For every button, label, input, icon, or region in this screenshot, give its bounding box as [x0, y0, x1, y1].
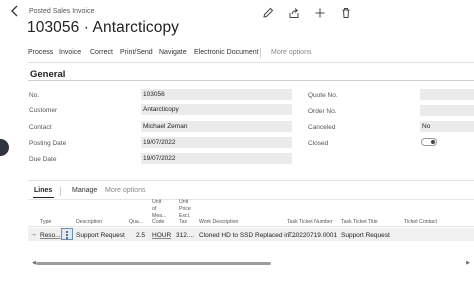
toggle-knob	[431, 140, 435, 144]
divider	[28, 199, 474, 200]
cell-type[interactable]: Reso...	[40, 232, 61, 239]
scroll-right-icon[interactable]: ▶	[466, 260, 470, 266]
column-header-uom[interactable]: Unit of Mea... Code	[152, 199, 166, 226]
field-label-posting-date: Posting Date	[29, 140, 67, 147]
divider	[60, 187, 61, 196]
cell-work-description[interactable]: Cloned HD to SSD Replaced in ...	[199, 232, 297, 239]
horizontal-scrollbar[interactable]: ◀ ▶	[32, 260, 470, 266]
field-label-customer: Customer	[29, 107, 58, 114]
lines-panel: Lines Manage More options Type Descripti…	[28, 180, 474, 276]
section-title-general[interactable]: General	[30, 69, 65, 80]
action-process[interactable]: Process	[28, 49, 53, 56]
column-header-ticket-title[interactable]: Task Ticket Title	[341, 219, 378, 226]
action-separator	[260, 48, 261, 58]
share-icon[interactable]	[288, 7, 300, 19]
column-header-ticket-number[interactable]: Task Ticket Number	[287, 219, 333, 226]
page-toolbar	[0, 7, 474, 21]
cell-unit-price[interactable]: 312....	[176, 232, 194, 239]
cell-ticket-title[interactable]: Support Request	[341, 232, 390, 239]
field-canceled: No	[420, 121, 474, 132]
column-header-unit-price[interactable]: Unit Price Excl. Tax	[179, 199, 191, 226]
field-label-quote-no: Quote No.	[308, 92, 338, 99]
action-print-send[interactable]: Print/Send	[120, 49, 153, 56]
row-actions-button[interactable]	[61, 228, 73, 240]
divider	[28, 62, 474, 63]
tab-underline	[33, 197, 54, 198]
field-quote-no	[420, 89, 474, 100]
field-due-date: 19/07/2022	[141, 153, 292, 164]
action-invoice[interactable]: Invoice	[59, 49, 81, 56]
field-label-no: No.	[29, 92, 40, 99]
action-electronic-document[interactable]: Electronic Document	[194, 49, 259, 56]
field-posting-date: 19/07/2022	[141, 137, 292, 148]
column-header-quantity[interactable]: Qua...	[129, 219, 143, 226]
cell-description[interactable]: Support Request	[76, 232, 125, 239]
row-selected-arrow-icon: →	[30, 231, 37, 238]
column-header-type[interactable]: Type	[40, 219, 51, 226]
action-correct[interactable]: Correct	[90, 49, 113, 56]
edit-icon[interactable]	[262, 7, 274, 19]
field-label-due-date: Due Date	[29, 156, 57, 163]
cell-quantity[interactable]: 2.5	[136, 232, 145, 239]
lines-manage-button[interactable]: Manage	[72, 187, 97, 194]
field-no: 103056	[141, 89, 292, 100]
action-bar: Process Invoice Correct Print/Send Navig…	[28, 46, 448, 60]
action-navigate[interactable]: Navigate	[159, 49, 187, 56]
column-header-ticket-contact[interactable]: Ticket Contact	[404, 219, 437, 226]
field-contact: Michael Zeman	[141, 121, 292, 132]
field-label-contact: Contact	[29, 124, 52, 131]
field-label-closed: Closed	[308, 140, 329, 147]
field-order-no	[420, 105, 474, 116]
cell-ticket-number[interactable]: T20220719.0001	[288, 232, 337, 239]
add-icon[interactable]	[314, 7, 326, 19]
field-label-canceled: Canceled	[308, 124, 336, 131]
cell-uom[interactable]: HOUR	[152, 232, 171, 239]
divider	[28, 226, 474, 227]
closed-toggle[interactable]	[421, 138, 437, 146]
delete-icon[interactable]	[340, 7, 352, 19]
column-header-description[interactable]: Description	[76, 219, 102, 226]
field-label-order-no: Order No.	[308, 108, 337, 115]
action-more-options[interactable]: More options	[271, 49, 311, 56]
side-panel-handle[interactable]	[0, 139, 9, 156]
lines-more-options-button[interactable]: More options	[105, 187, 145, 194]
scrollbar-thumb[interactable]	[36, 262, 271, 265]
page-title: 103056 · Antarcticopy	[27, 19, 180, 36]
field-customer: Antarcticopy	[141, 104, 292, 115]
divider	[28, 80, 474, 81]
tab-lines[interactable]: Lines	[34, 187, 52, 194]
column-header-work-description[interactable]: Work Description	[199, 219, 238, 226]
